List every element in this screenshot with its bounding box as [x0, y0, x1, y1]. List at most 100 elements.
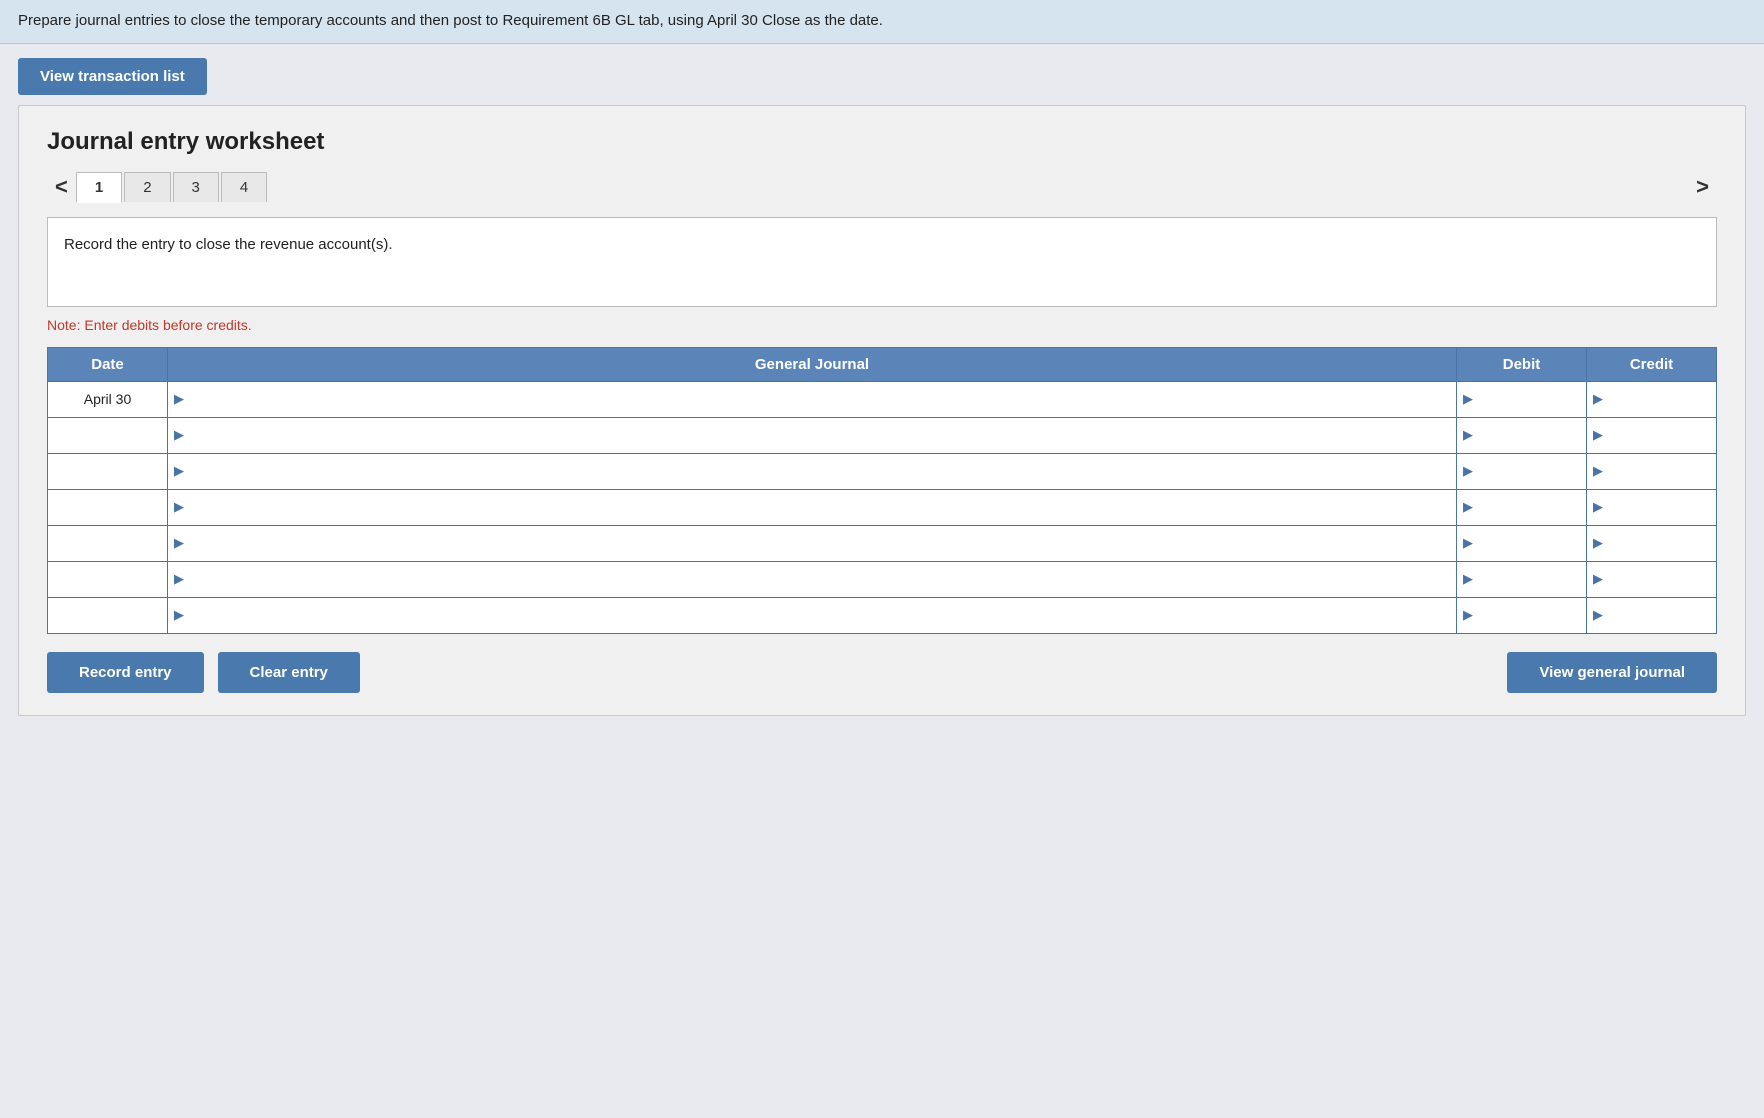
- top-section: View transaction list: [0, 44, 1764, 105]
- gj-input-3[interactable]: [188, 490, 1450, 525]
- arrow-icon-credit-5: ▶: [1593, 571, 1603, 587]
- credit-cell-2[interactable]: ▶: [1587, 453, 1717, 489]
- date-cell-3: [48, 489, 168, 525]
- gj-input-6[interactable]: [188, 598, 1450, 633]
- date-cell-1: [48, 417, 168, 453]
- credit-input-1[interactable]: [1607, 418, 1710, 453]
- debit-input-0[interactable]: [1477, 382, 1580, 417]
- gj-input-0[interactable]: [188, 382, 1450, 417]
- journal-table: Date General Journal Debit Credit April …: [47, 347, 1717, 634]
- debit-input-4[interactable]: [1477, 526, 1580, 561]
- gj-cell-5[interactable]: ▶: [168, 561, 1457, 597]
- arrow-icon-debit-1: ▶: [1463, 427, 1473, 443]
- debit-cell-1[interactable]: ▶: [1457, 417, 1587, 453]
- arrow-icon-debit-0: ▶: [1463, 391, 1473, 407]
- record-entry-button[interactable]: Record entry: [47, 652, 204, 693]
- debit-input-2[interactable]: [1477, 454, 1580, 489]
- arrow-icon-debit-2: ▶: [1463, 463, 1473, 479]
- table-row: ▶ ▶ ▶: [48, 489, 1717, 525]
- table-row: April 30 ▶ ▶ ▶: [48, 381, 1717, 417]
- table-row: ▶ ▶ ▶: [48, 417, 1717, 453]
- clear-entry-button[interactable]: Clear entry: [218, 652, 360, 693]
- gj-cell-0[interactable]: ▶: [168, 381, 1457, 417]
- view-general-journal-button[interactable]: View general journal: [1507, 652, 1717, 693]
- debit-input-6[interactable]: [1477, 598, 1580, 633]
- debit-cell-5[interactable]: ▶: [1457, 561, 1587, 597]
- date-cell-4: [48, 525, 168, 561]
- date-cell-0: April 30: [48, 381, 168, 417]
- arrow-icon-credit-3: ▶: [1593, 499, 1603, 515]
- instruction-text: Prepare journal entries to close the tem…: [18, 12, 883, 29]
- tab-1[interactable]: 1: [76, 172, 122, 203]
- debit-input-3[interactable]: [1477, 490, 1580, 525]
- credit-input-3[interactable]: [1607, 490, 1710, 525]
- credit-cell-3[interactable]: ▶: [1587, 489, 1717, 525]
- note-text: Note: Enter debits before credits.: [47, 317, 1717, 333]
- date-cell-5: [48, 561, 168, 597]
- credit-input-0[interactable]: [1607, 382, 1710, 417]
- header-date: Date: [48, 347, 168, 381]
- tabs-row: < 1 2 3 4 >: [47, 172, 1717, 203]
- tab-next-button[interactable]: >: [1688, 172, 1717, 202]
- credit-cell-5[interactable]: ▶: [1587, 561, 1717, 597]
- table-row: ▶ ▶ ▶: [48, 525, 1717, 561]
- tab-4[interactable]: 4: [221, 172, 267, 202]
- arrow-icon-gj-6: ▶: [174, 607, 184, 623]
- gj-cell-6[interactable]: ▶: [168, 597, 1457, 633]
- debit-cell-2[interactable]: ▶: [1457, 453, 1587, 489]
- credit-input-5[interactable]: [1607, 562, 1710, 597]
- credit-input-4[interactable]: [1607, 526, 1710, 561]
- debit-input-1[interactable]: [1477, 418, 1580, 453]
- debit-cell-6[interactable]: ▶: [1457, 597, 1587, 633]
- arrow-icon-credit-6: ▶: [1593, 607, 1603, 623]
- debit-cell-3[interactable]: ▶: [1457, 489, 1587, 525]
- gj-cell-2[interactable]: ▶: [168, 453, 1457, 489]
- worksheet-container: Journal entry worksheet < 1 2 3 4 > Reco…: [18, 105, 1746, 716]
- table-row: ▶ ▶ ▶: [48, 561, 1717, 597]
- debit-input-5[interactable]: [1477, 562, 1580, 597]
- arrow-icon-debit-6: ▶: [1463, 607, 1473, 623]
- header-debit: Debit: [1457, 347, 1587, 381]
- arrow-icon-gj-0: ▶: [174, 391, 184, 407]
- arrow-icon-credit-2: ▶: [1593, 463, 1603, 479]
- header-general-journal: General Journal: [168, 347, 1457, 381]
- arrow-icon-credit-1: ▶: [1593, 427, 1603, 443]
- entry-instruction-text: Record the entry to close the revenue ac…: [64, 236, 393, 253]
- arrow-icon-gj-2: ▶: [174, 463, 184, 479]
- credit-cell-4[interactable]: ▶: [1587, 525, 1717, 561]
- debit-cell-4[interactable]: ▶: [1457, 525, 1587, 561]
- instruction-bar: Prepare journal entries to close the tem…: [0, 0, 1764, 44]
- credit-input-2[interactable]: [1607, 454, 1710, 489]
- worksheet-title: Journal entry worksheet: [47, 128, 1717, 156]
- gj-cell-3[interactable]: ▶: [168, 489, 1457, 525]
- table-row: ▶ ▶ ▶: [48, 597, 1717, 633]
- gj-cell-1[interactable]: ▶: [168, 417, 1457, 453]
- tab-prev-button[interactable]: <: [47, 172, 76, 202]
- bottom-buttons: Record entry Clear entry View general jo…: [47, 652, 1717, 693]
- view-transaction-button[interactable]: View transaction list: [18, 58, 207, 95]
- arrow-icon-debit-3: ▶: [1463, 499, 1473, 515]
- credit-cell-1[interactable]: ▶: [1587, 417, 1717, 453]
- table-row: ▶ ▶ ▶: [48, 453, 1717, 489]
- gj-input-4[interactable]: [188, 526, 1450, 561]
- date-cell-6: [48, 597, 168, 633]
- arrow-icon-debit-4: ▶: [1463, 535, 1473, 551]
- gj-input-1[interactable]: [188, 418, 1450, 453]
- credit-input-6[interactable]: [1607, 598, 1710, 633]
- gj-input-2[interactable]: [188, 454, 1450, 489]
- arrow-icon-gj-3: ▶: [174, 499, 184, 515]
- entry-instruction-box: Record the entry to close the revenue ac…: [47, 217, 1717, 307]
- gj-cell-4[interactable]: ▶: [168, 525, 1457, 561]
- arrow-icon-credit-0: ▶: [1593, 391, 1603, 407]
- tab-2[interactable]: 2: [124, 172, 170, 202]
- credit-cell-0[interactable]: ▶: [1587, 381, 1717, 417]
- gj-input-5[interactable]: [188, 562, 1450, 597]
- credit-cell-6[interactable]: ▶: [1587, 597, 1717, 633]
- date-cell-2: [48, 453, 168, 489]
- arrow-icon-debit-5: ▶: [1463, 571, 1473, 587]
- tab-3[interactable]: 3: [173, 172, 219, 202]
- debit-cell-0[interactable]: ▶: [1457, 381, 1587, 417]
- arrow-icon-gj-1: ▶: [174, 427, 184, 443]
- arrow-icon-credit-4: ▶: [1593, 535, 1603, 551]
- header-credit: Credit: [1587, 347, 1717, 381]
